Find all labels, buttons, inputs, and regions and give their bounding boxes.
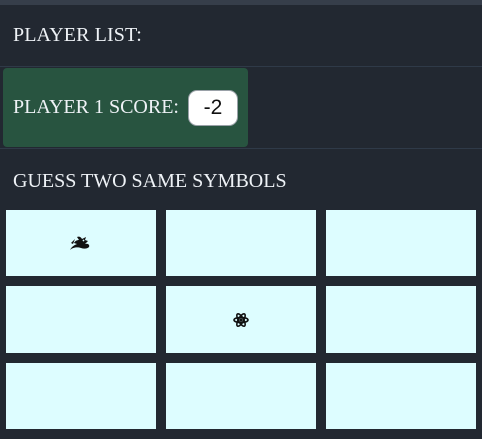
card-grid xyxy=(6,210,476,429)
card-8[interactable] xyxy=(166,363,316,429)
card-9[interactable] xyxy=(326,363,476,429)
dragon-icon xyxy=(69,234,93,252)
card-1[interactable] xyxy=(6,210,156,276)
divider xyxy=(0,66,482,67)
player-row: PLAYER 1 SCORE: -2 xyxy=(3,68,248,147)
card-7[interactable] xyxy=(6,363,156,429)
card-4[interactable] xyxy=(6,286,156,353)
player-score-label: PLAYER 1 SCORE: xyxy=(13,96,179,118)
player-score-value: -2 xyxy=(187,89,238,126)
card-2[interactable] xyxy=(166,210,316,276)
divider xyxy=(0,148,482,149)
game-instructions: GUESS TWO SAME SYMBOLS xyxy=(13,170,287,192)
player-list-header: PLAYER LIST: xyxy=(13,24,142,46)
card-6[interactable] xyxy=(326,286,476,353)
card-5[interactable] xyxy=(166,286,316,353)
atom-icon xyxy=(233,312,249,328)
card-3[interactable] xyxy=(326,210,476,276)
